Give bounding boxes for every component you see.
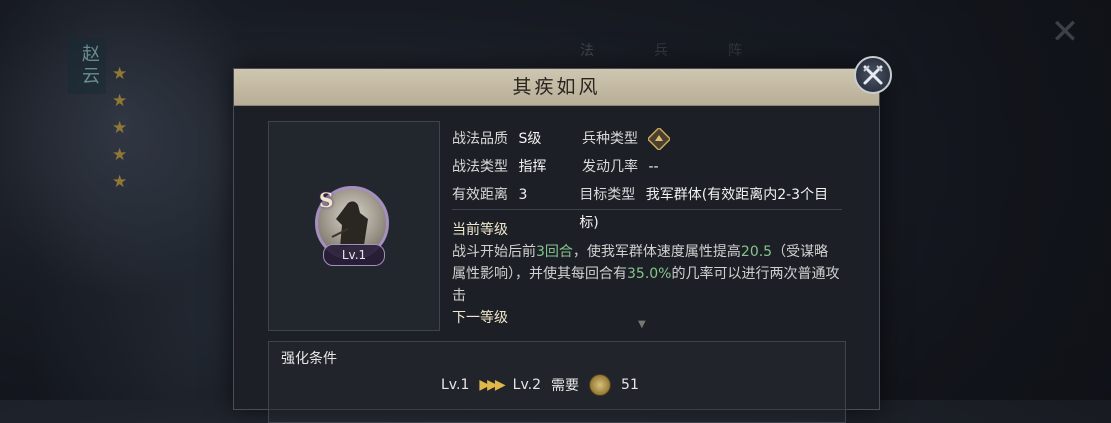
desc-highlight: 35.0% <box>627 266 672 282</box>
current-level-text: 战斗开始后前3回合，使我军群体速度属性提高20.5（受谋略属性影响），并使其每回… <box>452 241 842 307</box>
scroll-down-icon[interactable]: ▼ <box>638 319 646 330</box>
skill-portrait-frame: S Lv.1 <box>268 121 440 331</box>
skill-info: 战法品质 S级 兵种类型 战法类型 指挥 发动几率 -- 有效距离 3 目标类型… <box>452 125 842 231</box>
desc-text: ，使我军群体速度属性提高 <box>572 244 741 260</box>
range-value: 3 <box>518 187 528 203</box>
need-label: 需要 <box>551 378 580 394</box>
crossed-swords-icon <box>863 65 883 85</box>
target-label: 目标类型 <box>579 187 636 203</box>
current-level-title: 当前等级 <box>452 222 508 238</box>
info-divider <box>452 209 842 210</box>
troop-type-icon <box>647 126 672 152</box>
enhance-conditions: 强化条件 Lv.1 ▶▶▶ Lv.2 需要 51 <box>268 341 846 423</box>
skill-detail-dialog: 其疾如风 S Lv.1 战法品质 S级 兵种类型 战法类型 指挥 发动几率 --… <box>233 68 880 423</box>
skill-grade: S <box>319 188 334 212</box>
quality-label: 战法品质 <box>452 131 508 147</box>
rate-value: -- <box>648 159 659 175</box>
dialog-title: 其疾如风 <box>234 69 879 106</box>
enhance-title: 强化条件 <box>281 351 337 367</box>
troop-type-label: 兵种类型 <box>582 131 638 147</box>
close-button[interactable] <box>854 56 892 94</box>
type-value: 指挥 <box>518 159 547 175</box>
desc-highlight: 3回合 <box>536 244 573 260</box>
rate-label: 发动几率 <box>582 159 638 175</box>
desc-highlight: 20.5 <box>740 244 773 260</box>
skill-point-icon <box>589 374 612 396</box>
enhance-row: Lv.1 ▶▶▶ Lv.2 需要 51 <box>441 374 639 396</box>
quality-value: S级 <box>518 131 542 147</box>
cost-value: 51 <box>621 377 639 393</box>
type-label: 战法类型 <box>452 159 508 175</box>
desc-text: 战斗开始后前 <box>452 244 536 260</box>
next-level-title: 下一等级 <box>452 310 508 326</box>
info-row: 战法品质 S级 兵种类型 <box>452 125 842 153</box>
arrows-icon: ▶▶▶ <box>479 377 505 393</box>
level-to: Lv.2 <box>512 377 542 393</box>
skill-description: 当前等级 战斗开始后前3回合，使我军群体速度属性提高20.5（受谋略属性影响），… <box>452 219 842 329</box>
level-from: Lv.1 <box>441 377 470 393</box>
skill-level-badge: Lv.1 <box>323 244 385 266</box>
info-row: 有效距离 3 目标类型 我军群体(有效距离内2-3个目标) <box>452 181 842 231</box>
range-label: 有效距离 <box>452 187 508 203</box>
info-row: 战法类型 指挥 发动几率 -- <box>452 153 842 181</box>
